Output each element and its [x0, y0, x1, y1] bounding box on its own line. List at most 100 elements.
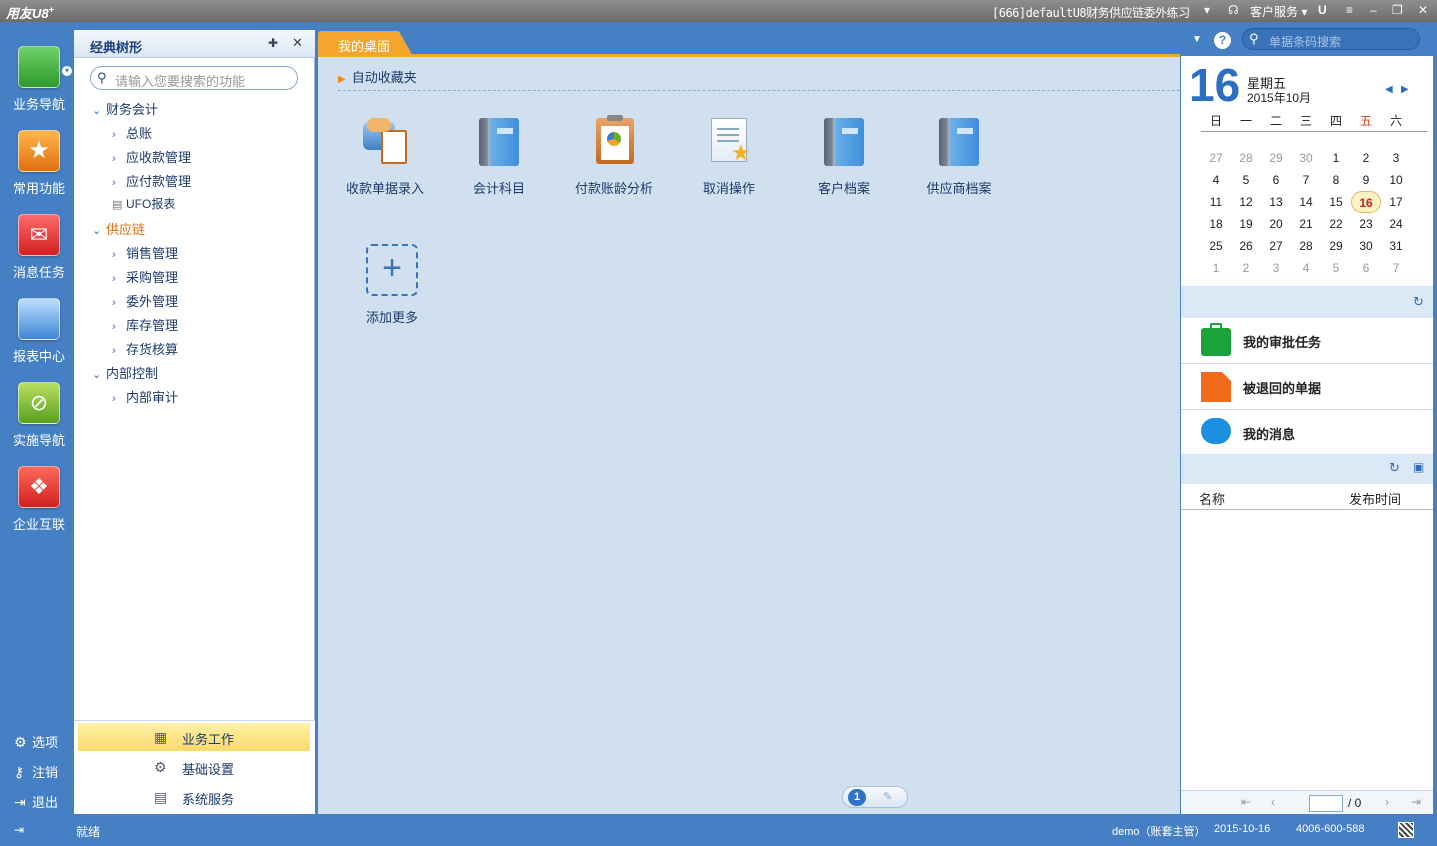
- calendar-day-cell[interactable]: 7: [1381, 257, 1411, 279]
- tab-my-desktop[interactable]: 我的桌面: [318, 31, 413, 56]
- calendar-day-cell[interactable]: 12: [1231, 191, 1261, 213]
- nav-implementation[interactable]: ⊘ 实施导航: [0, 380, 74, 464]
- next-page-icon[interactable]: ›: [1385, 795, 1389, 809]
- add-more-button[interactable]: +: [366, 244, 418, 296]
- calendar-day-cell[interactable]: 30: [1291, 147, 1321, 169]
- tree-node-ar[interactable]: › 应收款管理: [112, 147, 191, 166]
- qr-code-icon[interactable]: [1398, 822, 1414, 838]
- calendar-day-cell[interactable]: 29: [1321, 235, 1351, 257]
- tree-node-ap[interactable]: › 应付款管理: [112, 171, 191, 190]
- calendar-day-cell[interactable]: 3: [1381, 147, 1411, 169]
- fav-accounting-subject[interactable]: 会计科目: [444, 114, 554, 197]
- close-button[interactable]: ✕: [1418, 3, 1428, 17]
- book-open-icon[interactable]: ▣: [1413, 460, 1424, 474]
- calendar-day-cell[interactable]: 6: [1351, 257, 1381, 279]
- calendar-day-cell[interactable]: 6: [1261, 169, 1291, 191]
- first-page-icon[interactable]: ⇤: [1241, 795, 1251, 809]
- help-icon[interactable]: ?: [1214, 32, 1231, 49]
- logout-button[interactable]: ⚷ 注销: [14, 762, 58, 781]
- prev-month-icon[interactable]: ◀: [1385, 84, 1393, 95]
- business-work-tab[interactable]: ▦ 业务工作: [78, 723, 310, 751]
- tree-node-ufo[interactable]: ▤ UFO报表: [112, 195, 175, 212]
- account-dropdown-icon[interactable]: ▾: [1204, 3, 1210, 17]
- u-logo-icon[interactable]: U: [1318, 3, 1327, 17]
- fav-payment-aging[interactable]: 付款账龄分析: [559, 114, 669, 197]
- calendar-day-cell[interactable]: 21: [1291, 213, 1321, 235]
- calendar-day-cell[interactable]: 4: [1201, 169, 1231, 191]
- calendar-day-cell[interactable]: 27: [1201, 147, 1231, 169]
- tree-node-purchase[interactable]: › 采购管理: [112, 267, 178, 286]
- calendar-day-cell[interactable]: 28: [1291, 235, 1321, 257]
- function-search-input[interactable]: ⚲ 请输入您要搜索的功能: [90, 66, 298, 90]
- fav-supplier-archive[interactable]: 供应商档案: [904, 114, 1014, 197]
- nav-common[interactable]: ★ 常用功能: [0, 128, 74, 212]
- calendar-day-cell[interactable]: 15: [1321, 191, 1351, 213]
- chevron-down-icon[interactable]: ▾: [62, 66, 72, 76]
- calendar-day-cell[interactable]: 1: [1321, 147, 1351, 169]
- fav-receipt-entry[interactable]: 收款单据录入: [330, 114, 440, 197]
- calendar-day-cell[interactable]: 26: [1231, 235, 1261, 257]
- tree-node-outsourcing[interactable]: › 委外管理: [112, 291, 178, 310]
- dropdown-icon[interactable]: ▼: [1192, 34, 1202, 45]
- pin-icon[interactable]: ✚: [268, 36, 278, 50]
- task-approvals[interactable]: 我的审批任务: [1181, 318, 1433, 364]
- tree-node-internal-control[interactable]: ⌄ 内部控制: [92, 363, 158, 382]
- calendar-day-cell[interactable]: 27: [1261, 235, 1291, 257]
- calendar-day-cell[interactable]: 8: [1321, 169, 1351, 191]
- calendar-day-cell[interactable]: 16: [1351, 191, 1381, 213]
- tree-node-gl[interactable]: › 总账: [112, 123, 152, 142]
- next-month-icon[interactable]: ▶: [1401, 84, 1409, 95]
- calendar-day-cell[interactable]: 11: [1201, 191, 1231, 213]
- calendar-day-cell[interactable]: 24: [1381, 213, 1411, 235]
- prev-page-icon[interactable]: ‹: [1271, 795, 1275, 809]
- calendar-day-cell[interactable]: 17: [1381, 191, 1411, 213]
- task-messages[interactable]: 我的消息: [1181, 410, 1433, 456]
- nav-business[interactable]: ▾ 业务导航: [0, 44, 74, 128]
- tree-node-supply-chain[interactable]: ⌄ 供应链: [92, 219, 145, 238]
- close-panel-icon[interactable]: ✕: [292, 35, 303, 51]
- calendar-day-cell[interactable]: 1: [1201, 257, 1231, 279]
- system-service-tab[interactable]: ▤ 系统服务: [78, 783, 310, 811]
- fav-cancel-operation[interactable]: ★ 取消操作: [674, 114, 784, 197]
- status-toggle-icon[interactable]: ⇥: [14, 823, 24, 837]
- restore-button[interactable]: ❐: [1392, 3, 1403, 17]
- barcode-search-input[interactable]: ⚲ 单据条码搜索: [1242, 28, 1420, 50]
- calendar-day-cell[interactable]: 20: [1261, 213, 1291, 235]
- headset-icon[interactable]: ☊: [1228, 3, 1239, 17]
- nav-enterprise[interactable]: ❖ 企业互联: [0, 464, 74, 548]
- minimize-button[interactable]: –: [1370, 3, 1377, 17]
- basic-settings-tab[interactable]: ⚙ 基础设置: [78, 753, 310, 781]
- nav-reports[interactable]: 报表中心: [0, 296, 74, 380]
- nav-messages[interactable]: ✉ 消息任务: [0, 212, 74, 296]
- calendar-day-cell[interactable]: 29: [1261, 147, 1291, 169]
- calendar-day-cell[interactable]: 30: [1351, 235, 1381, 257]
- last-page-icon[interactable]: ⇥: [1411, 795, 1421, 809]
- calendar-day-cell[interactable]: 5: [1321, 257, 1351, 279]
- refresh-icon[interactable]: ↻: [1389, 460, 1400, 476]
- tree-node-inventory[interactable]: › 库存管理: [112, 315, 178, 334]
- tree-node-cost[interactable]: › 存货核算: [112, 339, 178, 358]
- customer-service-button[interactable]: 客户服务 ▾: [1250, 3, 1307, 20]
- tree-node-sales[interactable]: › 销售管理: [112, 243, 178, 262]
- menu-icon[interactable]: ≡: [1346, 3, 1353, 17]
- calendar-day-cell[interactable]: 23: [1351, 213, 1381, 235]
- page-number-input[interactable]: [1309, 795, 1343, 812]
- wrench-icon[interactable]: ✎: [883, 790, 892, 803]
- calendar-day-cell[interactable]: 7: [1291, 169, 1321, 191]
- tree-node-internal-audit[interactable]: › 内部审计: [112, 387, 178, 406]
- calendar-day-cell[interactable]: 3: [1261, 257, 1291, 279]
- refresh-icon[interactable]: ↻: [1413, 294, 1424, 310]
- calendar-day-cell[interactable]: 5: [1231, 169, 1261, 191]
- calendar-day-cell[interactable]: 25: [1201, 235, 1231, 257]
- calendar-day-cell[interactable]: 14: [1291, 191, 1321, 213]
- calendar-day-cell[interactable]: 28: [1231, 147, 1261, 169]
- task-returned-docs[interactable]: 被退回的单据: [1181, 364, 1433, 410]
- calendar-day-cell[interactable]: 10: [1381, 169, 1411, 191]
- calendar-day-cell[interactable]: 4: [1291, 257, 1321, 279]
- fav-customer-archive[interactable]: 客户档案: [789, 114, 899, 197]
- calendar-day-cell[interactable]: 2: [1351, 147, 1381, 169]
- exit-button[interactable]: ⇥ 退出: [14, 792, 58, 811]
- calendar-day-cell[interactable]: 18: [1201, 213, 1231, 235]
- page-1-button[interactable]: 1: [848, 789, 866, 806]
- calendar-day-cell[interactable]: 2: [1231, 257, 1261, 279]
